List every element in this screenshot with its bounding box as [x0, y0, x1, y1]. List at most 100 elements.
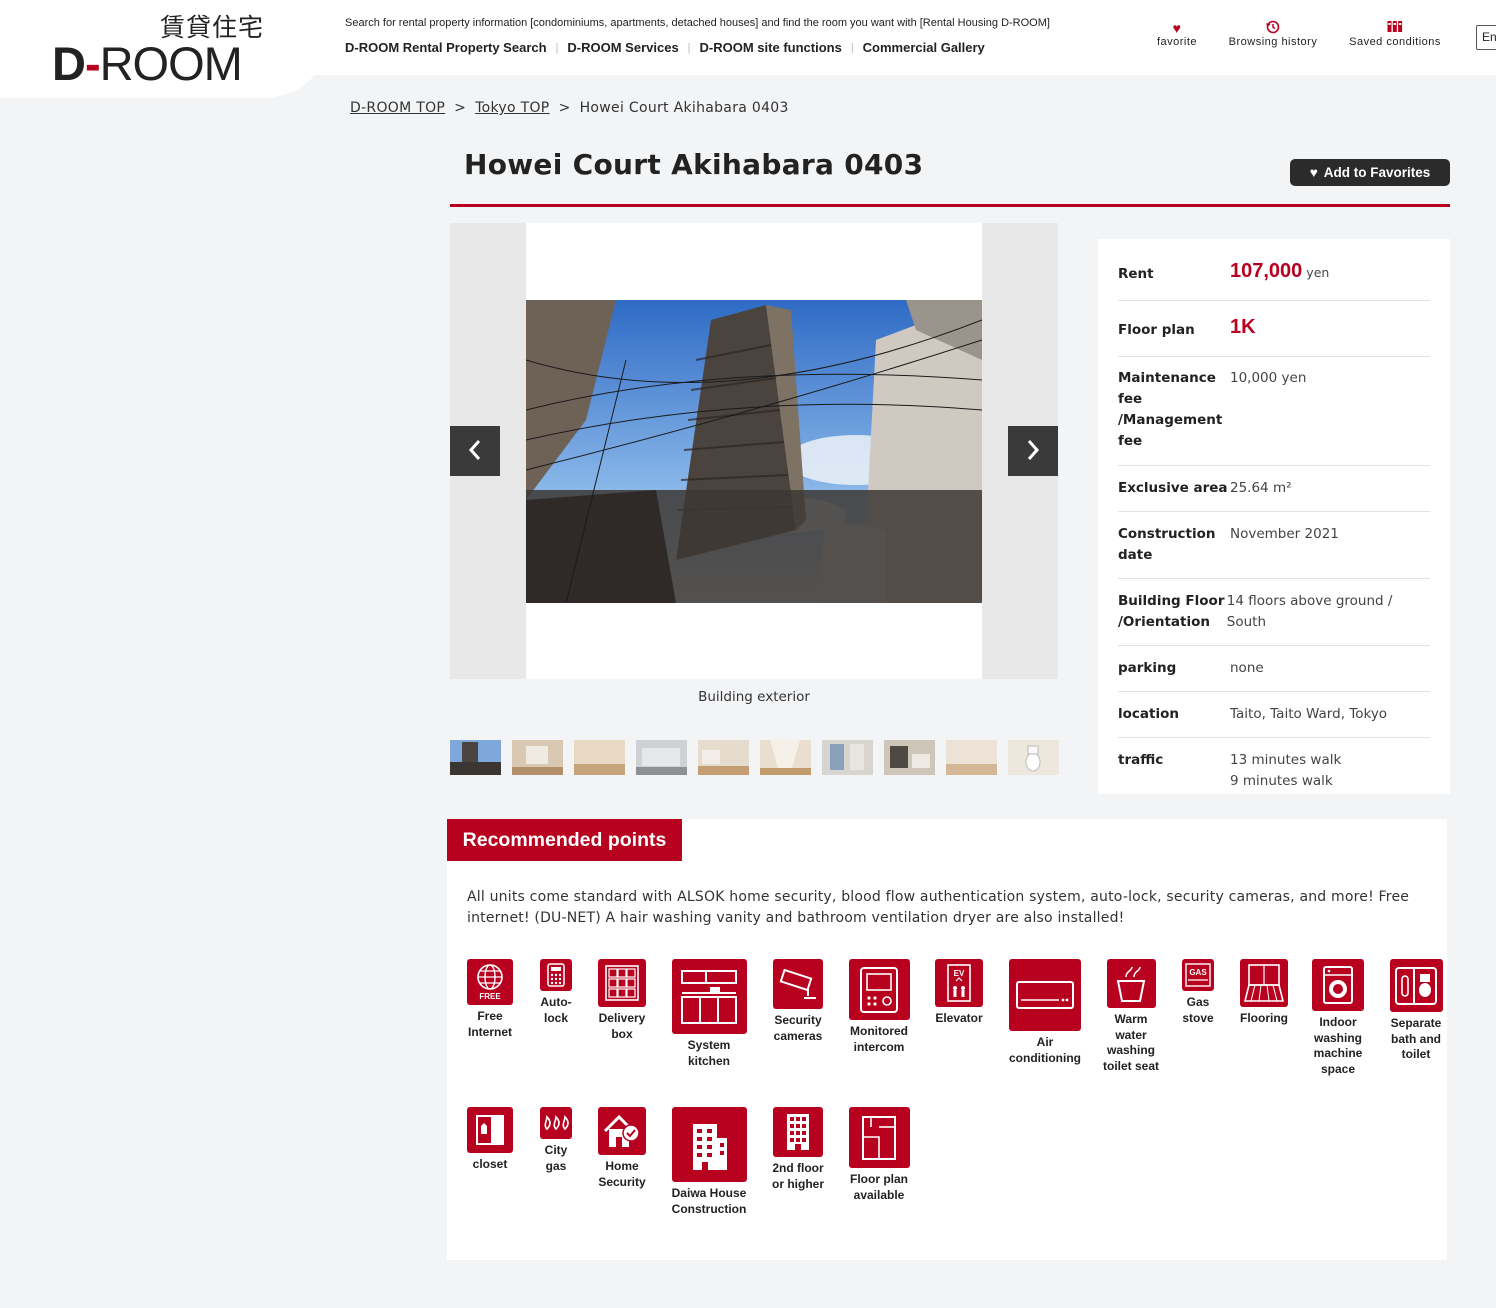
logo-dash: - — [84, 37, 101, 90]
info-row-location: location Taito, Taito Ward, Tokyo — [1118, 692, 1430, 738]
feature-label: City gas — [544, 1143, 568, 1173]
feature-monitored-intercom: Monitored intercom — [845, 959, 913, 1055]
free-badge: FREE — [479, 992, 501, 1001]
feature-label: Gas stove — [1182, 995, 1214, 1025]
thumbnail[interactable] — [884, 740, 935, 775]
construction-label: Construction date — [1118, 526, 1216, 563]
feature-label: Warm water washing toilet seat — [1103, 1012, 1160, 1073]
globe-icon: FREE — [467, 959, 513, 1005]
feature-2nd-floor-or-higher: 2nd floor or higher — [769, 1107, 827, 1192]
photo-caption: Building exterior — [698, 689, 810, 705]
traffic-value: 13 minutes walk — [1230, 752, 1342, 768]
nav-site-functions[interactable]: D-ROOM site functions — [700, 40, 842, 55]
building-exterior-photo[interactable] — [526, 300, 982, 603]
traffic-value: 9 minutes walk — [1230, 773, 1333, 789]
intercom-icon — [848, 959, 910, 1020]
title-divider — [450, 204, 1450, 207]
feature-elevator: EV Elevator — [931, 959, 987, 1027]
floor-plan-label: Floor plan — [1118, 322, 1195, 338]
feature-free-internet: FREE Free Internet — [463, 959, 517, 1040]
property-info-table: Rent 107,000 yen Floor plan 1K Maintenanc… — [1098, 239, 1450, 794]
feature-label: Free Internet — [467, 1009, 512, 1039]
browsing-history-link[interactable]: Browsing history — [1214, 20, 1332, 48]
page-title: Howei Court Akihabara 0403 — [464, 148, 924, 181]
nav-separator: | — [850, 41, 854, 54]
history-icon — [1265, 20, 1280, 36]
gas-stove-icon: GAS — [1182, 959, 1214, 991]
flooring-icon — [1240, 959, 1288, 1007]
feature-label: closet — [472, 1157, 508, 1171]
home-check-icon — [598, 1107, 646, 1155]
building-value: 14 floors above ground / South — [1226, 593, 1393, 630]
thumbnail[interactable] — [1008, 740, 1059, 775]
feature-label: Floor plan available — [850, 1172, 908, 1202]
parking-value: none — [1230, 660, 1264, 676]
gallery-prev-button[interactable] — [450, 426, 500, 476]
info-row-construction: Construction date November 2021 — [1118, 512, 1430, 579]
feature-gas-stove: GAS Gas stove — [1179, 959, 1217, 1026]
rent-unit: yen — [1306, 265, 1330, 280]
feature-label: Auto-lock — [540, 995, 572, 1025]
gas-badge: GAS — [1189, 968, 1207, 977]
thumbnail[interactable] — [574, 740, 625, 775]
chevron-right-icon — [1026, 435, 1040, 468]
bath-toilet-icon — [1389, 959, 1443, 1012]
thumbnail[interactable] — [822, 740, 873, 775]
feature-label: Security cameras — [773, 1013, 823, 1043]
breadcrumb: D-ROOM TOP > Tokyo TOP > Howei Court Akihaba… — [350, 100, 789, 116]
recommended-heading: Recommended points — [447, 819, 682, 861]
elevator-icon: EV — [935, 959, 983, 1007]
saved-conditions-label: Saved conditions — [1349, 36, 1441, 48]
rent-value-group: 107,000 yen — [1230, 261, 1329, 300]
area-value: 25.64 m² — [1230, 480, 1292, 496]
logo-wordmark: D-ROOM — [52, 36, 243, 91]
recommended-points-section: Recommended points All units come standa… — [447, 819, 1447, 1260]
building-label: Building Floor /Orientation — [1118, 593, 1225, 630]
breadcrumb-separator: > — [558, 100, 571, 116]
feature-delivery-box: Delivery box — [595, 959, 649, 1042]
favorite-link[interactable]: ♥ favorite — [1150, 20, 1204, 48]
ev-badge: EV — [954, 969, 965, 978]
add-to-favorites-button[interactable]: ♥ Add to Favorites — [1290, 159, 1450, 186]
feature-label: Daiwa House Construction — [671, 1186, 747, 1216]
thumbnail[interactable] — [946, 740, 997, 775]
info-row-maintenance: Maintenance fee /Management fee 10,000 y… — [1118, 357, 1430, 466]
language-select[interactable]: En — [1476, 25, 1496, 50]
camera-icon — [773, 959, 823, 1009]
breadcrumb-droom-top[interactable]: D-ROOM TOP — [350, 100, 445, 116]
thumbnail[interactable] — [450, 740, 501, 775]
saved-conditions-link[interactable]: Saved conditions — [1336, 20, 1454, 48]
breadcrumb-tokyo-top[interactable]: Tokyo TOP — [475, 100, 549, 116]
parking-label: parking — [1118, 660, 1177, 676]
thumbnail[interactable] — [512, 740, 563, 775]
info-row-area: Exclusive area 25.64 m² — [1118, 466, 1430, 512]
nav-services[interactable]: D-ROOM Services — [567, 40, 678, 55]
washing-machine-icon — [1312, 959, 1364, 1011]
logo[interactable]: 賃貸住宅 D-ROOM — [0, 0, 320, 98]
info-row-building: Building Floor /Orientation 14 floors ab… — [1118, 579, 1430, 646]
feature-label: Flooring — [1240, 1011, 1288, 1025]
feature-home-security: Home Security — [595, 1107, 649, 1190]
breadcrumb-current: Howei Court Akihabara 0403 — [579, 100, 789, 116]
nav-commercial-gallery[interactable]: Commercial Gallery — [863, 40, 985, 55]
feature-floor-plan-available: Floor plan available — [845, 1107, 913, 1203]
aircon-icon — [1009, 959, 1081, 1031]
nav-rental-search[interactable]: D-ROOM Rental Property Search — [345, 40, 547, 55]
nav-separator: | — [555, 41, 559, 54]
header-utility-links: ♥ favorite Browsing history Saved condit… — [1150, 20, 1454, 48]
feature-daiwa-house-construction: Daiwa House Construction — [669, 1107, 749, 1217]
traffic-values: 13 minutes walk 9 minutes walk — [1230, 750, 1341, 794]
header-tagline: Search for rental property information [… — [345, 17, 1050, 29]
browsing-history-label: Browsing history — [1228, 36, 1318, 48]
thumbnail[interactable] — [760, 740, 811, 775]
thumbnail[interactable] — [636, 740, 687, 775]
gallery-next-button[interactable] — [1008, 426, 1058, 476]
thumbnail[interactable] — [698, 740, 749, 775]
info-row-traffic: traffic 13 minutes walk 9 minutes walk — [1118, 738, 1430, 794]
feature-label: Indoor washing machine space — [1313, 1015, 1363, 1076]
nav-separator: | — [687, 41, 691, 54]
toilet-seat-icon — [1106, 959, 1156, 1008]
photo-gallery — [450, 223, 1058, 679]
feature-label: Elevator — [935, 1011, 983, 1025]
add-to-favorites-label: Add to Favorites — [1323, 165, 1431, 180]
